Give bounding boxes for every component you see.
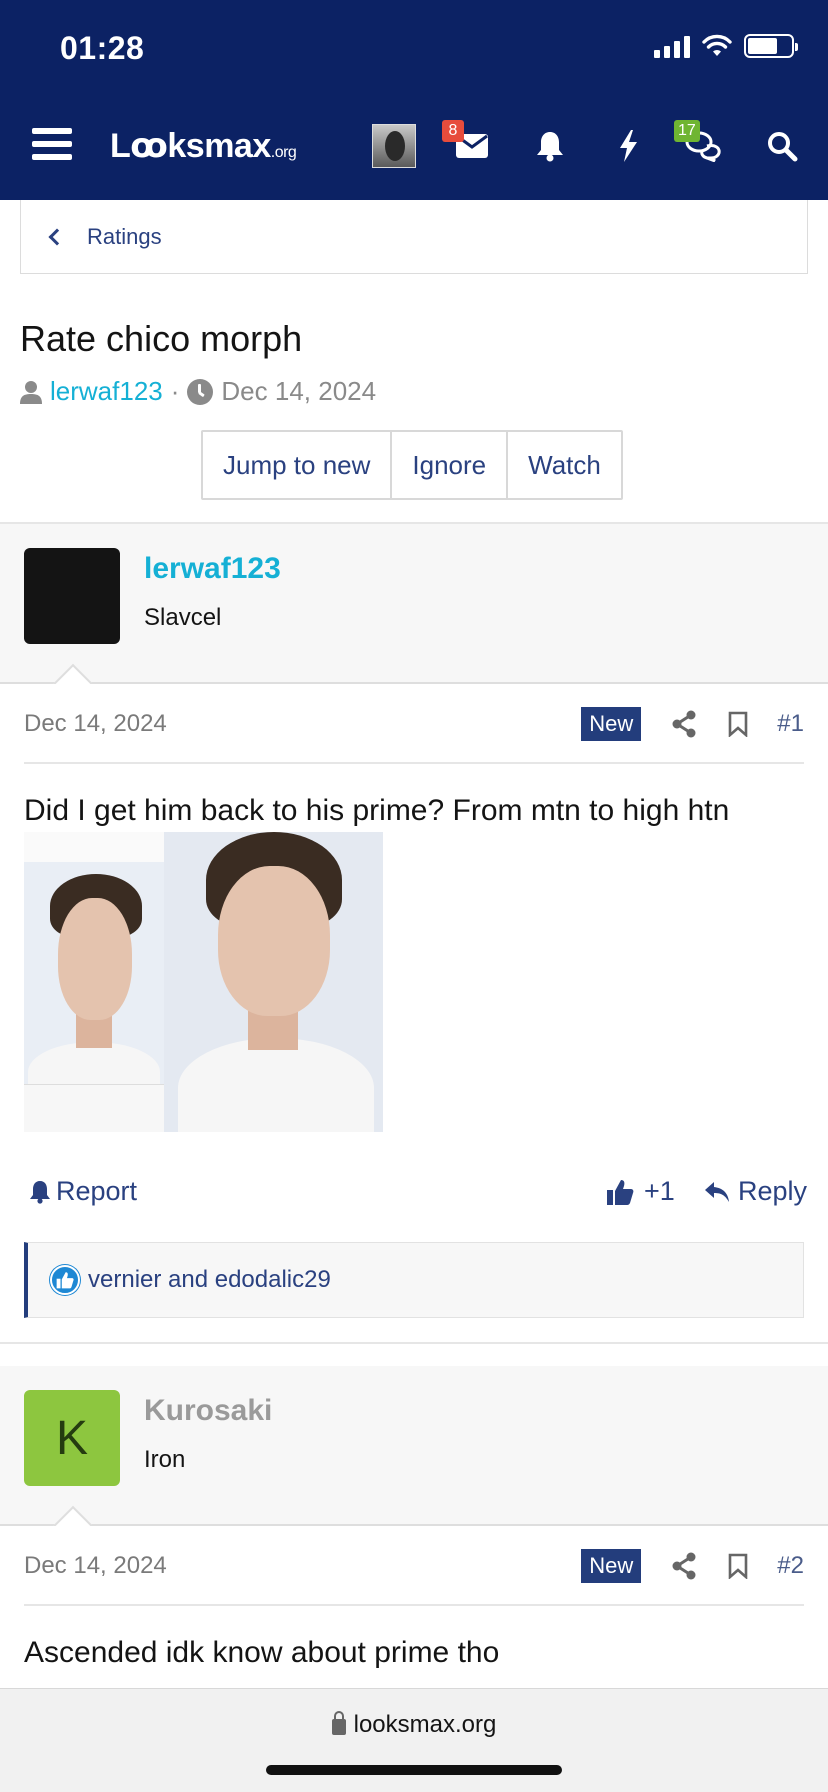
avatar[interactable]: [24, 548, 120, 644]
whats-new-button[interactable]: [608, 128, 648, 164]
signal-icon: [654, 34, 690, 58]
reply-label: Reply: [738, 1176, 808, 1206]
bell-icon: [537, 132, 563, 162]
bookmark-icon: [728, 711, 748, 737]
post-number[interactable]: #2: [777, 1552, 804, 1580]
search-button[interactable]: [762, 128, 802, 164]
bell-icon: [30, 1180, 50, 1204]
post-header: Dec 14, 2024 New #1: [24, 686, 804, 764]
user-avatar[interactable]: [372, 124, 416, 168]
bolt-icon: [620, 130, 637, 162]
logo-suffix: .org: [270, 144, 297, 161]
search-icon: [768, 132, 798, 162]
alerts-button[interactable]: [530, 128, 570, 164]
menu-icon[interactable]: [32, 128, 72, 160]
reactions-bar[interactable]: vernier and edodalic29: [24, 1242, 804, 1318]
breadcrumb-label: Ratings: [87, 223, 162, 249]
reply-button[interactable]: Reply: [704, 1176, 807, 1207]
report-button[interactable]: Report: [30, 1176, 137, 1207]
site-logo[interactable]: Lꝏksmax.org: [110, 126, 297, 166]
user-title: Slavcel: [144, 604, 222, 631]
thumbs-up-icon: [607, 1179, 634, 1205]
lock-icon: [331, 1711, 346, 1735]
post-attachment-images[interactable]: [24, 832, 383, 1132]
url-text: looksmax.org: [353, 1711, 497, 1738]
post-date[interactable]: Dec 14, 2024: [24, 710, 581, 738]
post-actions: Report +1 Reply: [24, 1168, 807, 1218]
thread-date: Dec 14, 2024: [221, 376, 377, 406]
before-image[interactable]: [24, 832, 164, 1132]
bookmark-icon: [728, 1553, 748, 1579]
post-body: Ascended idk know about prime tho: [24, 1636, 500, 1669]
jump-to-new-button[interactable]: Jump to new: [203, 432, 391, 498]
divider: [0, 1342, 828, 1344]
home-indicator[interactable]: [266, 1765, 562, 1775]
after-image[interactable]: [164, 832, 383, 1132]
conversations-button[interactable]: 17: [674, 120, 724, 164]
like-count: +1: [644, 1176, 675, 1206]
post-username[interactable]: Kurosaki: [144, 1394, 272, 1428]
new-badge: New: [581, 1549, 642, 1583]
bookmark-button[interactable]: [723, 709, 753, 739]
status-time: 01:28: [60, 30, 145, 66]
url-display[interactable]: looksmax.org: [0, 1711, 828, 1739]
like-reaction-icon: [50, 1265, 80, 1295]
inbox-button[interactable]: 8: [442, 120, 492, 164]
share-icon: [672, 710, 696, 738]
post-user-strip: K Kurosaki Iron: [0, 1366, 828, 1526]
user-title: Iron: [144, 1446, 186, 1473]
post-header: Dec 14, 2024 New #2: [24, 1528, 804, 1606]
new-badge: New: [581, 707, 642, 741]
nav-row: Lꝏksmax.org 8 17: [0, 112, 828, 182]
share-button[interactable]: [669, 1551, 699, 1581]
thread-actions: Jump to new Ignore Watch: [201, 430, 623, 500]
post-body: Did I get him back to his prime? From mt…: [24, 794, 730, 827]
meta-separator: ·: [170, 376, 180, 406]
thread-meta: lerwaf123 · Dec 14, 2024: [20, 376, 376, 407]
app-header: 01:28 Lꝏksmax.org 8 17: [0, 0, 828, 200]
conversations-badge: 17: [674, 120, 700, 142]
avatar[interactable]: K: [24, 1390, 120, 1486]
post-number[interactable]: #1: [777, 710, 804, 738]
wifi-icon: [702, 34, 732, 56]
post-username[interactable]: lerwaf123: [144, 552, 281, 586]
logo-main: Lꝏksmax: [110, 127, 271, 165]
clock-icon: [187, 378, 214, 405]
reply-icon: [705, 1181, 729, 1202]
share-button[interactable]: [669, 709, 699, 739]
arrow-pointer: [52, 1504, 92, 1526]
inbox-badge: 8: [442, 120, 464, 142]
arrow-pointer: [52, 662, 92, 684]
thread-title: Rate chico morph: [20, 318, 303, 359]
bookmark-button[interactable]: [723, 1551, 753, 1581]
status-icons: [654, 34, 798, 58]
ignore-button[interactable]: Ignore: [390, 432, 507, 498]
like-button[interactable]: +1: [606, 1176, 675, 1207]
post-date[interactable]: Dec 14, 2024: [24, 1552, 581, 1580]
breadcrumb[interactable]: Ratings: [20, 200, 808, 274]
reactions-text: vernier and edodalic29: [88, 1266, 331, 1293]
browser-url-bar[interactable]: looksmax.org: [0, 1688, 828, 1792]
share-icon: [672, 1552, 696, 1580]
post-user-strip: lerwaf123 Slavcel: [0, 524, 828, 684]
battery-icon: [744, 34, 798, 58]
chevron-left-icon: [48, 228, 66, 245]
thread-author[interactable]: lerwaf123: [50, 376, 163, 407]
watch-button[interactable]: Watch: [506, 432, 621, 498]
report-label: Report: [56, 1176, 138, 1206]
user-icon: [20, 380, 42, 404]
